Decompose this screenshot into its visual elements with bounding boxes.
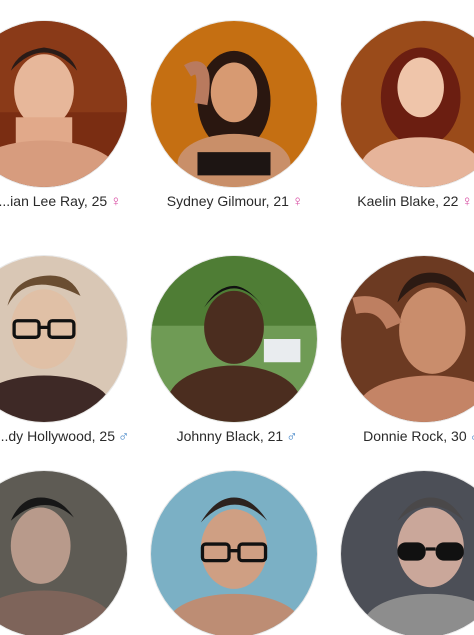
woman-avatar-icon xyxy=(151,21,317,187)
man-avatar-icon xyxy=(151,256,317,422)
profile-name[interactable]: Kaelin Blake, 22 xyxy=(357,193,458,209)
profile-caption: Kaelin Blake, 22 ♀ xyxy=(305,193,474,210)
profile-photo[interactable] xyxy=(340,470,474,635)
profile-photo[interactable] xyxy=(0,255,128,423)
profile-photo[interactable] xyxy=(340,255,474,423)
profile-caption: Donnie Rock, 30♂ xyxy=(312,428,474,445)
profile-grid: ...ian Lee Ray, 25 ♀ Sydney Gilmour, 21 ♀ xyxy=(0,0,474,635)
profile-photo[interactable] xyxy=(340,20,474,188)
male-symbol-icon: ♂ xyxy=(470,428,474,445)
profile-name[interactable]: Donnie Rock, 30 xyxy=(363,428,467,444)
profile-photo[interactable] xyxy=(150,20,318,188)
man-avatar-icon xyxy=(151,471,317,635)
female-symbol-icon: ♀ xyxy=(461,193,473,210)
profile-photo[interactable] xyxy=(150,470,318,635)
man-avatar-icon xyxy=(0,471,127,635)
male-symbol-icon: ♂ xyxy=(286,428,298,445)
profile-photo[interactable] xyxy=(0,470,128,635)
profile-name[interactable]: Sydney Gilmour, 21 xyxy=(167,193,289,209)
profile-photo[interactable] xyxy=(150,255,318,423)
profile-name[interactable]: Johnny Black, 21 xyxy=(177,428,284,444)
profile-name[interactable]: ...ian Lee Ray, 25 xyxy=(0,193,107,209)
profile-name[interactable]: ...dy Hollywood, 25 xyxy=(0,428,115,444)
profile-photo[interactable] xyxy=(0,20,128,188)
woman-avatar-icon xyxy=(341,21,474,187)
man-avatar-icon xyxy=(341,471,474,635)
female-symbol-icon: ♀ xyxy=(291,193,304,210)
female-symbol-icon: ♀ xyxy=(110,193,122,210)
man-avatar-icon xyxy=(0,256,127,422)
man-avatar-icon xyxy=(341,256,474,422)
woman-avatar-icon xyxy=(0,21,127,187)
